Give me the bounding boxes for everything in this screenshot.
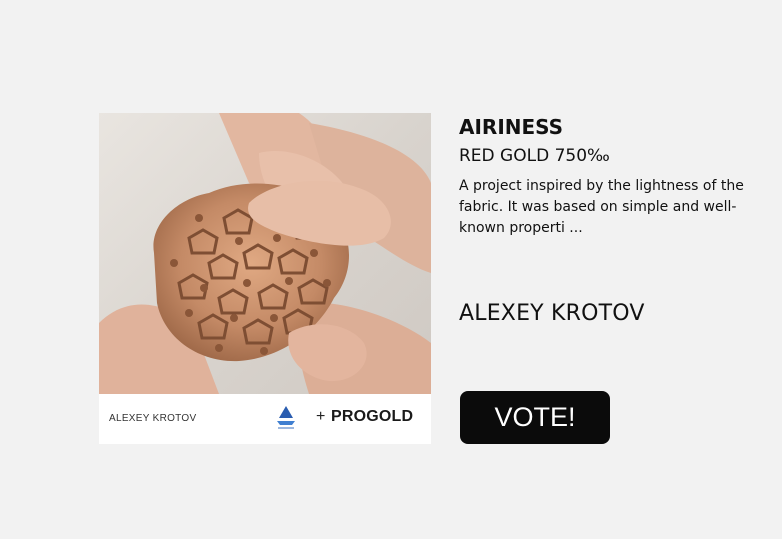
image-caption-bar: ALEXEY KROTOV + PROGOLD <box>99 394 431 444</box>
partner-brand-name: PROGOLD <box>331 408 414 425</box>
project-info: AIRINESS RED GOLD 750‰ A project inspire… <box>459 115 769 239</box>
caption-author-name: ALEXEY KROTOV <box>109 413 197 424</box>
author-name[interactable]: ALEXEY KROTOV <box>459 301 645 326</box>
jewelry-photo-illustration <box>99 113 431 394</box>
project-title: AIRINESS <box>459 115 564 139</box>
project-image-card[interactable]: ALEXEY KROTOV + PROGOLD <box>99 113 431 444</box>
vote-button[interactable]: VOTE! <box>460 391 610 444</box>
project-photo <box>99 113 431 394</box>
partner-plus-sign: + <box>316 408 326 425</box>
project-description: A project inspired by the lightness of t… <box>459 178 744 236</box>
sail-emblem-icon <box>275 404 297 432</box>
project-material: RED GOLD 750‰ <box>459 146 610 166</box>
